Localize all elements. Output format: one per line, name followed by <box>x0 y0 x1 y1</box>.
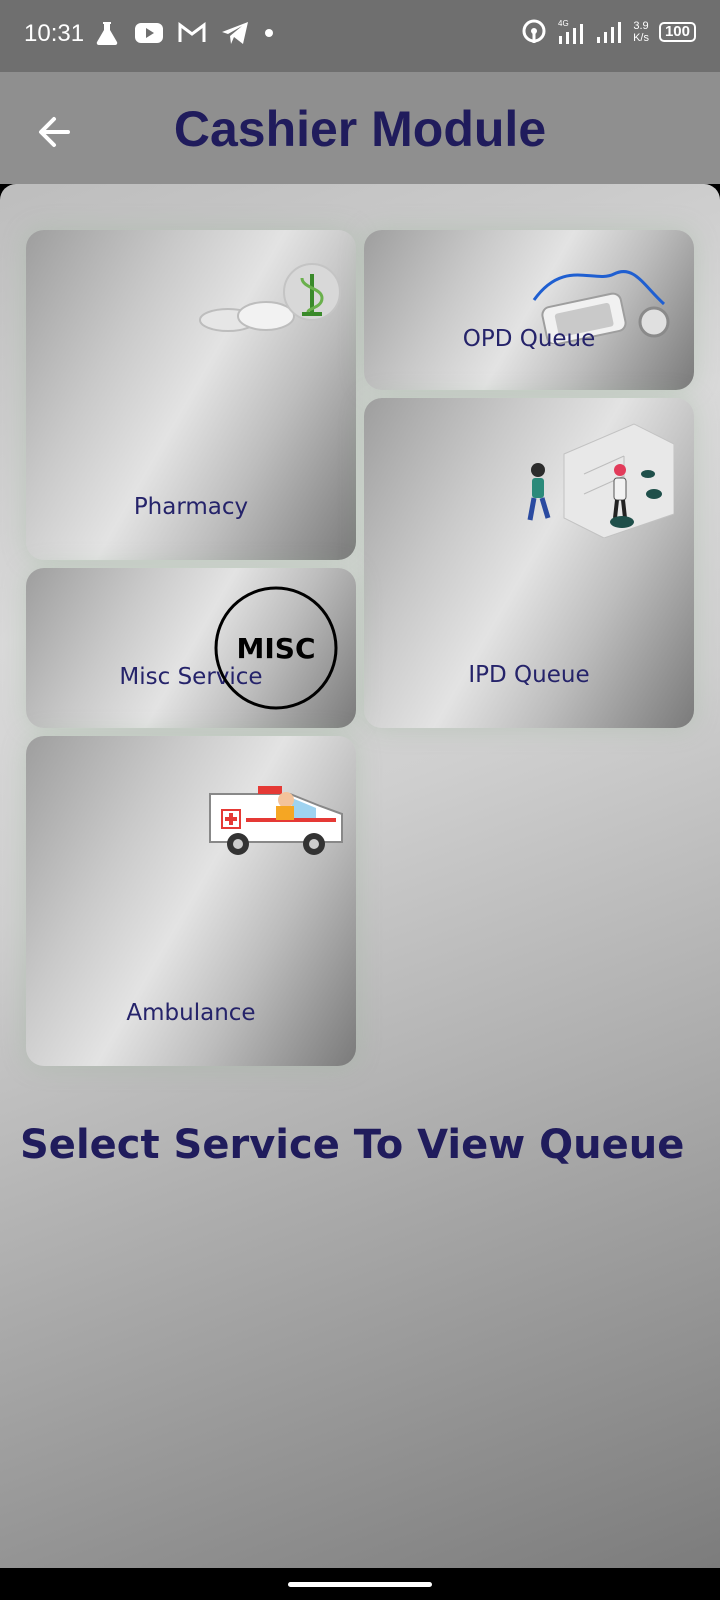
flask-icon <box>96 22 118 46</box>
service-label-opd-queue: OPD Queue <box>462 326 596 352</box>
ipd-illustration-icon <box>527 423 674 538</box>
youtube-icon <box>135 23 163 43</box>
service-panel: Pharmacy OPD Queue IPD Queue Misc Servic… <box>0 184 720 1568</box>
misc-icon-text: MISC <box>237 632 316 665</box>
service-card-misc-service[interactable]: Misc Service MISC <box>26 568 356 728</box>
status-bar: 10:31 4G 3.9 K/s 100 <box>0 0 720 72</box>
select-service-prompt: Select Service To View Queue <box>20 1122 685 1168</box>
home-gesture-handle[interactable] <box>288 1582 432 1587</box>
misc-circle-icon: MISC <box>214 586 338 710</box>
service-label-ambulance: Ambulance <box>126 1000 256 1026</box>
service-card-opd-queue[interactable]: OPD Queue <box>364 230 694 390</box>
gmail-icon <box>178 22 206 42</box>
service-card-pharmacy[interactable]: Pharmacy <box>26 230 356 560</box>
service-label-ipd-queue: IPD Queue <box>468 662 590 688</box>
service-card-ipd-queue[interactable]: IPD Queue <box>364 398 694 728</box>
svg-text:4G: 4G <box>558 19 569 28</box>
ambulance-icon <box>209 786 343 855</box>
system-icons: 4G 3.9 K/s 100 <box>521 18 696 46</box>
navigation-bar <box>0 1568 720 1600</box>
network-speed: 3.9 K/s <box>633 20 649 44</box>
hotspot-icon <box>522 19 546 43</box>
telegram-icon <box>222 22 248 44</box>
signal-icon <box>597 22 622 43</box>
service-label-pharmacy: Pharmacy <box>133 494 249 520</box>
more-notifications-dot-icon <box>265 29 273 37</box>
battery-icon: 100 <box>658 22 696 42</box>
page-title: Cashier Module <box>173 101 547 157</box>
pharmacy-icon <box>199 263 341 332</box>
network-speed-value: 3.9 <box>633 20 649 32</box>
network-speed-unit: K/s <box>633 32 649 44</box>
notification-icons <box>94 20 274 46</box>
battery-level: 100 <box>664 23 690 40</box>
app-bar: Cashier Module <box>0 72 720 184</box>
service-card-ambulance[interactable]: Ambulance <box>26 736 356 1066</box>
signal-4g-icon: 4G <box>558 19 584 44</box>
status-time: 10:31 <box>24 20 85 47</box>
